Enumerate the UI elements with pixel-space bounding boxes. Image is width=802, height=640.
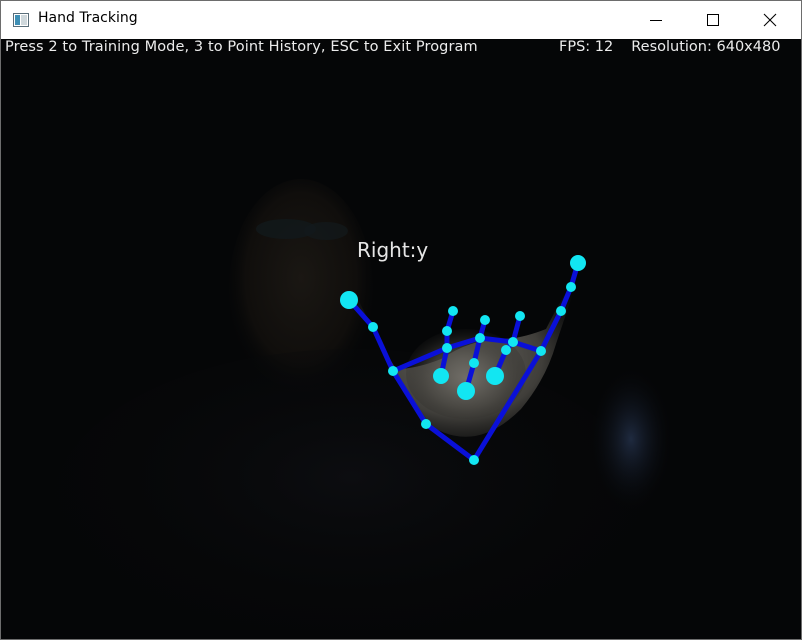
hand-landmark	[469, 358, 479, 368]
close-icon	[763, 13, 777, 27]
hand-landmark	[566, 282, 576, 292]
hand-landmark	[480, 315, 490, 325]
hand-landmark	[570, 255, 586, 271]
app-window-icon	[13, 12, 29, 27]
hand-landmark	[448, 306, 458, 316]
hand-landmark	[536, 346, 546, 356]
camera-frame	[51, 179, 671, 639]
camera-feed: Press 2 to Training Mode, 3 to Point His…	[1, 39, 801, 639]
maximize-button[interactable]	[690, 1, 736, 39]
close-button[interactable]	[747, 1, 793, 39]
hand-landmark	[442, 326, 452, 336]
resolution-label: Resolution: 640x480	[631, 39, 781, 55]
window-title: Hand Tracking	[38, 10, 138, 26]
hand-landmark	[433, 368, 449, 384]
fps-label: FPS: 12	[559, 39, 614, 55]
hand-landmark	[486, 367, 504, 385]
maximize-icon	[707, 14, 719, 26]
hand-landmark	[508, 337, 518, 347]
title-bar[interactable]: Hand Tracking	[1, 1, 801, 39]
hand-landmark	[340, 291, 358, 309]
hand-landmark	[515, 311, 525, 321]
status-readout: FPS: 12 Resolution: 640x480	[559, 39, 780, 55]
hand-landmark	[368, 322, 378, 332]
hand-landmark	[442, 343, 452, 353]
minimize-button[interactable]	[633, 1, 679, 39]
app-window: Hand Tracking Press 2 to Training Mode, …	[0, 0, 802, 640]
hand-landmark	[556, 306, 566, 316]
minimize-icon	[650, 20, 662, 21]
hand-landmark	[469, 455, 479, 465]
hand-landmark	[388, 366, 398, 376]
hand-landmark	[475, 333, 485, 343]
hand-classification-label: Right:y	[357, 238, 429, 262]
hand-landmark	[501, 345, 511, 355]
hand-landmark	[457, 382, 475, 400]
hand-landmark	[421, 419, 431, 429]
instructions-text: Press 2 to Training Mode, 3 to Point His…	[5, 39, 478, 55]
